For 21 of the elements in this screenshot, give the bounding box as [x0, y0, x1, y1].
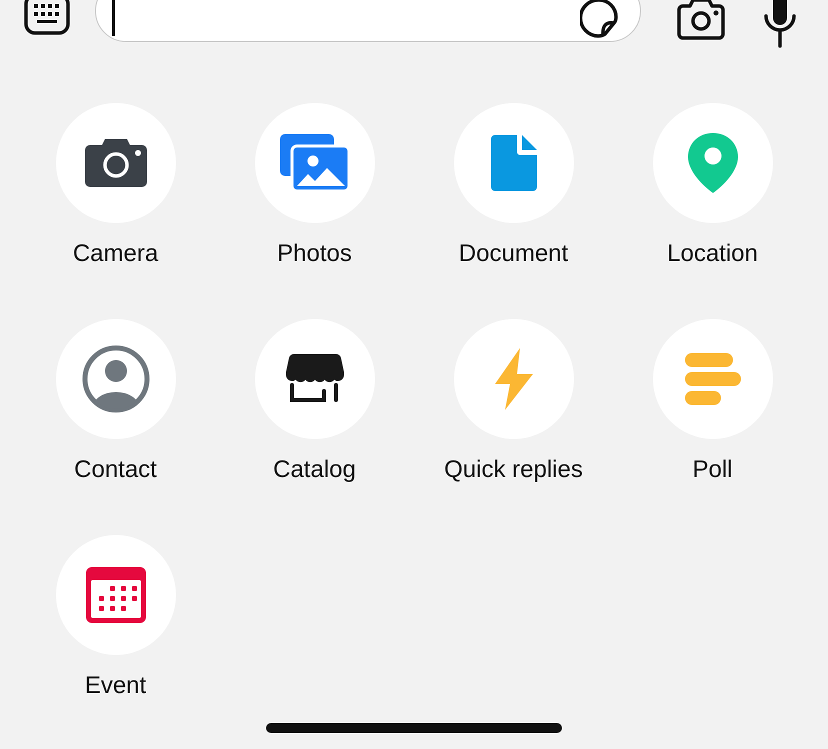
option-label: Quick replies: [444, 455, 583, 485]
keyboard-icon[interactable]: [24, 0, 70, 35]
option-label: Contact: [74, 455, 157, 485]
person-icon: [82, 345, 150, 413]
location-pin-icon: [686, 132, 738, 194]
camera-icon: [82, 137, 148, 189]
option-label: Document: [458, 239, 568, 269]
poll-bars-icon: [684, 352, 742, 406]
storefront-icon: [286, 353, 344, 405]
option-label: Photos: [277, 239, 352, 269]
option-label: Camera: [72, 239, 158, 269]
calendar-icon: [84, 566, 146, 624]
option-label: Catalog: [273, 455, 356, 485]
microphone-icon[interactable]: [763, 0, 797, 48]
option-label: Poll: [692, 455, 733, 485]
document-icon: [490, 134, 538, 192]
camera-icon[interactable]: [677, 0, 725, 40]
option-label: Location: [667, 239, 758, 269]
lightning-icon: [492, 347, 534, 411]
option-label: Event: [84, 671, 146, 701]
sticker-icon[interactable]: [580, 0, 618, 38]
